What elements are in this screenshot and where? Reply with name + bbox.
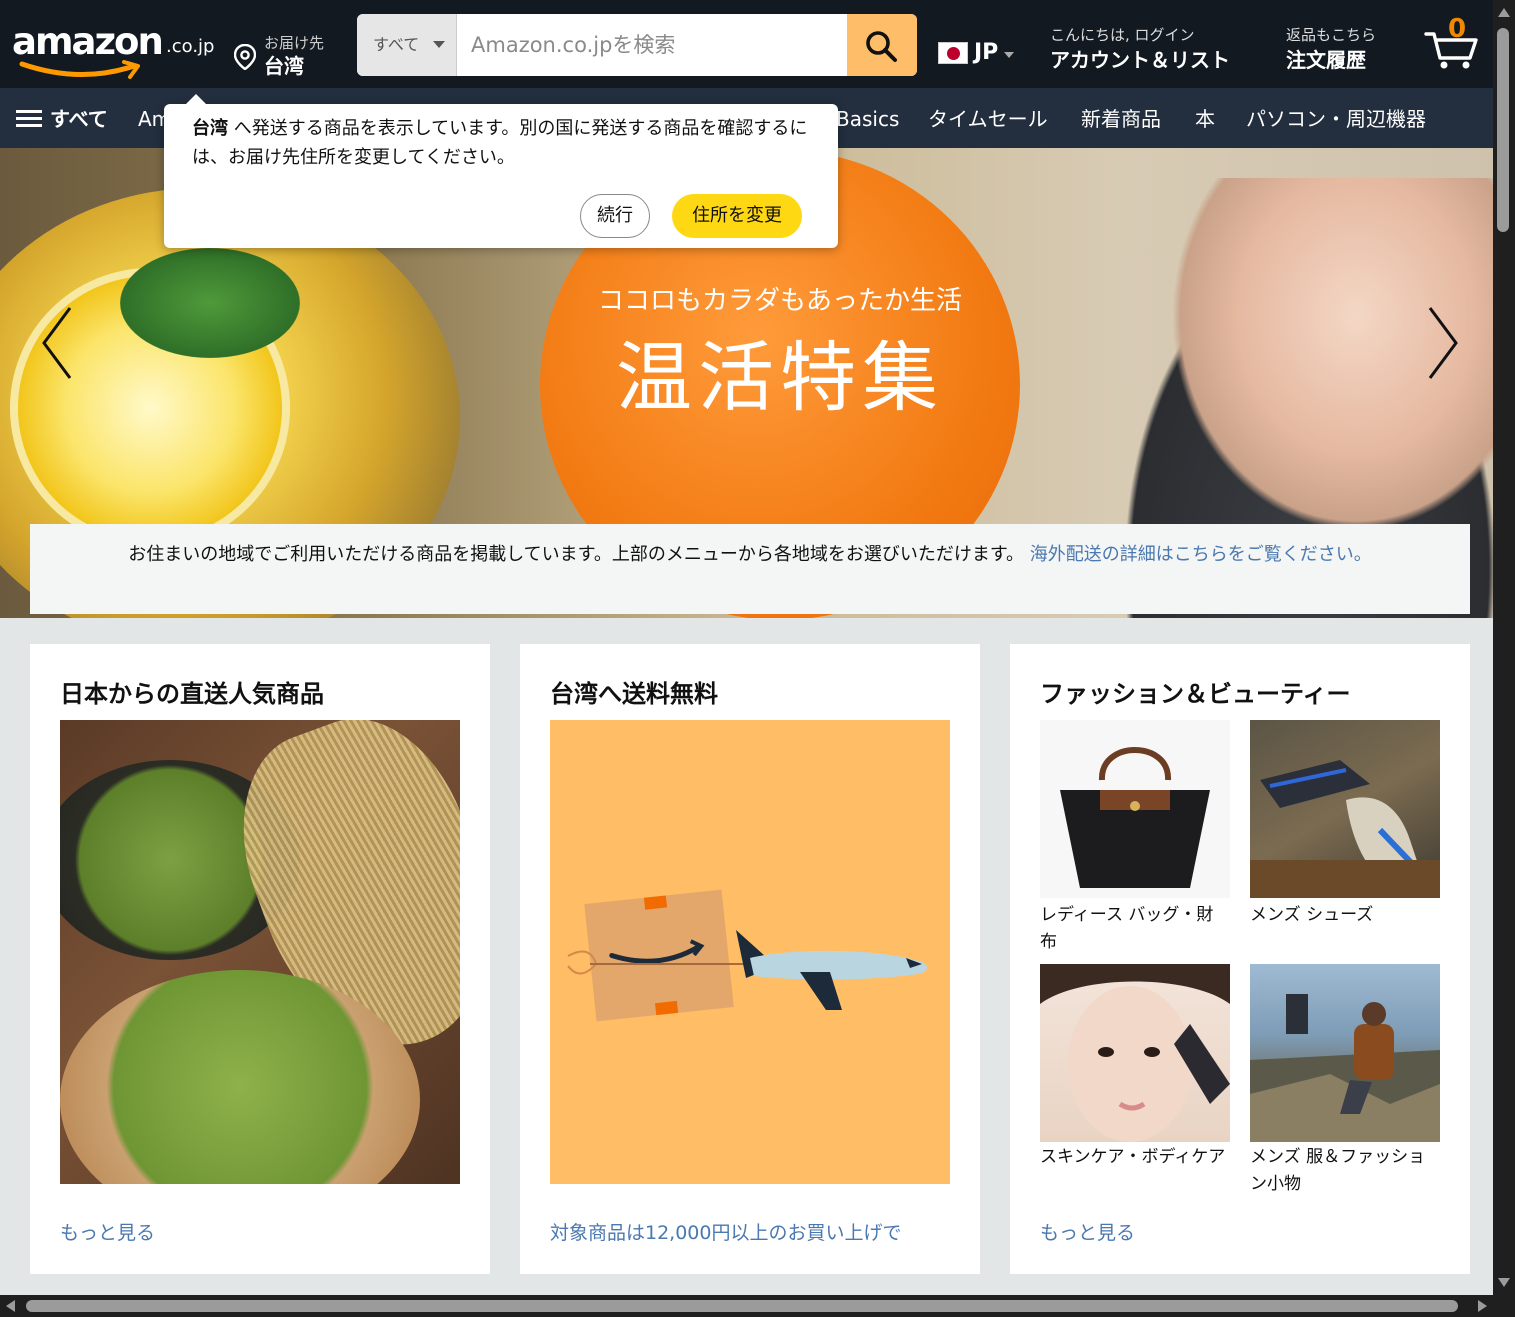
scroll-left-icon[interactable] — [6, 1300, 15, 1312]
tile-label: スキンケア・ボディケア — [1040, 1147, 1226, 1167]
card-title: 台湾へ送料無料 — [550, 680, 718, 708]
carousel-next-button[interactable] — [1372, 148, 1493, 525]
returns-label: 返品もこちら — [1286, 26, 1377, 44]
account-label: アカウント＆リスト — [1050, 48, 1230, 72]
logo-word: amazon — [12, 20, 164, 63]
account-and-lists[interactable]: こんにちは, ログイン アカウント＆リスト — [1036, 8, 1248, 84]
scroll-right-icon[interactable] — [1478, 1300, 1487, 1312]
caret-down-icon — [433, 41, 445, 48]
nav-item-time-sale[interactable]: タイムセール — [918, 98, 1058, 140]
scroll-down-icon[interactable] — [1498, 1278, 1510, 1287]
popover-country: 台湾 — [192, 118, 228, 139]
logo-tld: .co.jp — [166, 36, 215, 57]
see-more-link[interactable]: もっと見る — [60, 1218, 155, 1245]
japan-flag-icon — [938, 42, 968, 64]
top-nav: amazon .co.jp お届け先 台湾 すべて Amazon.co.jpを検… — [0, 0, 1493, 88]
chevron-right-icon — [1428, 307, 1458, 379]
tile-label: レディース バッグ・財布 — [1040, 905, 1214, 952]
plane-package-illustration — [567, 889, 927, 1022]
tile-mens-fashion[interactable] — [1250, 964, 1440, 1142]
skincare-model-image — [1040, 964, 1230, 1142]
tile-label: メンズ 服＆ファッション小物 — [1250, 1147, 1426, 1194]
location-pin-icon — [234, 44, 256, 70]
nav-item-pc-peripherals[interactable]: パソコン・周辺機器 — [1236, 98, 1436, 140]
hero-mint-leaves — [120, 248, 300, 358]
vertical-scroll-thumb[interactable] — [1497, 28, 1509, 232]
overseas-shipping-link[interactable]: 海外配送の詳細はこちらをご覧ください。 — [1030, 544, 1372, 565]
all-menu-button[interactable]: すべて — [6, 98, 124, 140]
caret-down-icon — [1004, 52, 1014, 58]
free-shipping-image[interactable] — [550, 720, 950, 1184]
search-button[interactable] — [847, 14, 917, 76]
outdoor-men-image — [1250, 994, 1440, 1142]
carousel-prev-button[interactable] — [0, 148, 128, 525]
handbag-image — [1060, 747, 1210, 888]
horizontal-scrollbar[interactable] — [0, 1295, 1515, 1317]
search-icon — [866, 31, 897, 62]
cart-button[interactable]: 0 — [1412, 8, 1490, 84]
account-greeting: こんにちは, ログイン — [1050, 26, 1195, 44]
continue-button[interactable]: 続行 — [580, 194, 650, 238]
tile-label: メンズ シューズ — [1250, 905, 1374, 925]
popover-tip — [186, 94, 206, 104]
search-category-select[interactable]: すべて — [357, 14, 457, 76]
nav-item-new-arrivals[interactable]: 新着商品 — [1071, 98, 1171, 140]
change-address-button[interactable]: 住所を変更 — [672, 194, 802, 238]
see-more-link[interactable]: もっと見る — [1040, 1218, 1135, 1245]
viewport: amazon .co.jp お届け先 台湾 すべて Amazon.co.jpを検… — [0, 0, 1493, 1295]
tile-skincare[interactable] — [1040, 964, 1230, 1142]
region-notice: お住まいの地域でご利用いただける商品を掲載しています。上部のメニューから各地域を… — [30, 524, 1470, 614]
hamburger-icon — [16, 110, 42, 128]
horizontal-scroll-thumb[interactable] — [26, 1300, 1458, 1312]
popover-message-text: へ発送する商品を表示しています。別の国に発送する商品を確認するには、お届け先住所… — [192, 118, 808, 168]
cart-icon — [1424, 32, 1478, 69]
all-menu-label: すべて — [50, 107, 108, 131]
returns-and-orders[interactable]: 返品もこちら 注文履歴 — [1272, 8, 1406, 84]
deliver-country: 台湾 — [264, 54, 304, 78]
shipping-location-popover: 台湾 へ発送する商品を表示しています。別の国に発送する商品を確認するには、お届け… — [164, 94, 838, 248]
search-bar: すべて — [357, 14, 917, 76]
amazon-logo[interactable]: amazon .co.jp — [6, 6, 218, 84]
search-input[interactable] — [457, 14, 847, 76]
tile-womens-bags[interactable] — [1040, 720, 1230, 898]
card-fashion-beauty: ファッション＆ビューティー レディース バッグ・財布 メンズ シューズ スキンケ… — [1010, 644, 1470, 1274]
hero-title: 温活特集 — [616, 333, 944, 422]
popover-message: 台湾 へ発送する商品を表示しています。別の国に発送する商品を確認するには、お届け… — [192, 114, 812, 172]
deliver-to[interactable]: お届け先 台湾 — [226, 8, 350, 84]
nav-item-books[interactable]: 本 — [1185, 98, 1225, 140]
hero-subtitle: ココロもカラダもあったか生活 — [597, 286, 962, 316]
search-category-label: すべて — [373, 35, 420, 54]
smile-icon — [19, 60, 140, 79]
region-notice-text: お住まいの地域でご利用いただける商品を掲載しています。上部のメニューから各地域を… — [128, 544, 1030, 565]
shoes-image — [1250, 760, 1440, 898]
card-title: ファッション＆ビューティー — [1040, 680, 1351, 708]
chevron-left-icon — [42, 307, 72, 379]
language-selector[interactable]: JP — [932, 8, 1014, 84]
orders-label: 注文履歴 — [1286, 48, 1366, 72]
scroll-up-icon[interactable] — [1498, 8, 1510, 17]
matcha-image[interactable] — [60, 720, 460, 1184]
nav-item-amazon-basics[interactable]: Basics — [826, 98, 909, 140]
vertical-scrollbar[interactable] — [1493, 0, 1515, 1295]
card-free-shipping: 台湾へ送料無料 対象商品は12,000円以上のお買い上げで — [520, 644, 980, 1274]
card-title: 日本からの直送人気商品 — [60, 680, 324, 708]
region-notice-line: お住まいの地域でご利用いただける商品を掲載しています。上部のメニューから各地域を… — [30, 540, 1470, 570]
tile-mens-shoes[interactable] — [1250, 720, 1440, 898]
free-shipping-terms-link[interactable]: 対象商品は12,000円以上のお買い上げで — [550, 1218, 901, 1245]
language-code: JP — [974, 40, 999, 65]
card-japan-direct: 日本からの直送人気商品 もっと見る — [30, 644, 490, 1274]
